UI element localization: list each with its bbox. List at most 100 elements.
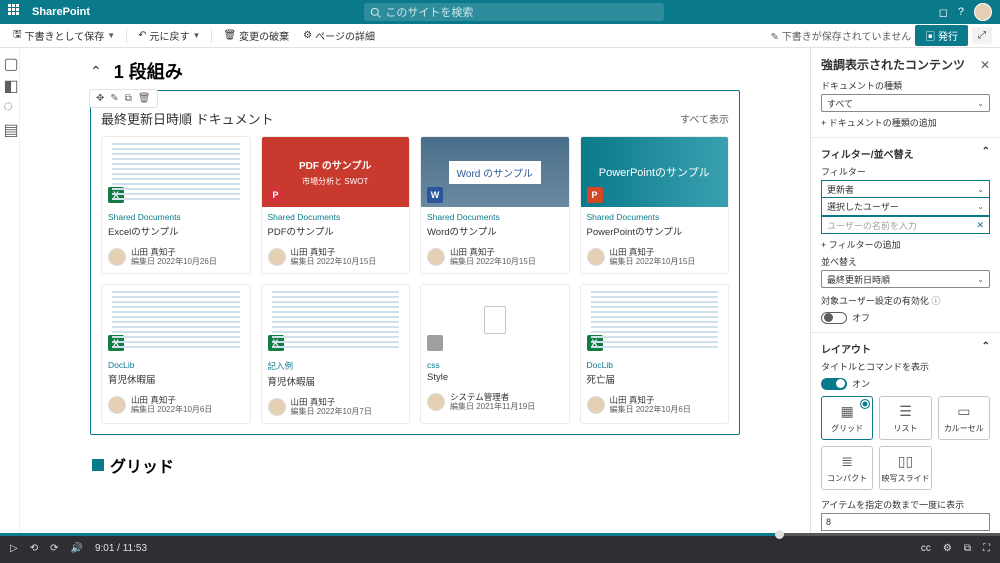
card-filename: Wordのサンプル [427,224,563,238]
document-card[interactable]: Word のサンプル W Shared Documents Wordのサンプル … [420,136,570,274]
hide-icon[interactable]: ◌ [4,98,16,110]
time-display: 9:01 / 11:53 [95,543,147,554]
author-avatar [587,248,605,266]
doc-type-dropdown[interactable]: すべて⌄ [821,94,990,112]
item-count-input[interactable]: 8 [821,513,990,531]
item-count-label: アイテムを指定の数まで一度に表示 [821,498,990,511]
add-section-icon[interactable]: ▢ [4,54,16,66]
modified-date: 編集日 2022年10月7日 [291,407,372,417]
card-library-link[interactable]: css [427,360,563,370]
settings-icon[interactable]: ⚙ [943,543,952,554]
grid-section-heading: グリッド [92,453,740,477]
card-filename: 育児休暇届 [108,372,244,386]
highlighted-content-webpart[interactable]: ✥ ✎ ⧉ 🗑 最終更新日時順 ドキュメント すべて表示 X Shared Do… [90,90,740,435]
layout-header[interactable]: レイアウト⌃ [821,341,990,356]
cc-icon[interactable]: cc [921,543,931,554]
move-icon[interactable]: ✥ [96,93,104,104]
card-library-link[interactable]: DocLib [587,360,723,370]
doc-type-label: ドキュメントの種類 [821,79,990,92]
duplicate-icon[interactable]: ⧉ [125,93,132,104]
author-name: 山田 真知子 [131,395,212,405]
skip-back-icon[interactable]: ⟲ [30,543,38,554]
fullscreen-icon[interactable]: ⛶ [983,543,990,554]
card-library-link[interactable]: Shared Documents [268,212,404,222]
pane-title: 強調表示されたコンテンツ✕ [821,56,990,73]
search-icon [370,7,381,18]
filter-subselect[interactable]: 選択したユーザー⌄ [821,198,990,216]
close-pane-icon[interactable]: ✕ [980,58,990,72]
discard-button[interactable]: 🗑 変更の破棄 [218,26,294,45]
filter-dropdown[interactable]: 更新者⌄ [821,180,990,198]
author-avatar [108,396,126,414]
author-name: 山田 真知子 [291,247,377,257]
modified-date: 編集日 2021年11月19日 [450,402,535,412]
card-thumbnail: PDF のサンプル市場分析と SWOT P [262,137,410,207]
audience-toggle[interactable]: オフ [821,311,990,324]
expand-button[interactable]: ⤢ [972,27,992,44]
document-card[interactable]: PowerPointのサンプル P Shared Documents Power… [580,136,730,274]
add-filter-link[interactable]: フィルターの追加 [821,238,990,251]
card-filename: 育児休暇届 [268,374,404,388]
card-library-link[interactable]: Shared Documents [108,212,244,222]
card-thumbnail: X [102,285,250,355]
section-icon[interactable]: ◧ [4,76,16,88]
author-name: 山田 真知子 [450,247,536,257]
modified-date: 編集日 2022年10月15日 [450,257,536,267]
layout-options: ▦グリッド ☰リスト ▭カルーセル ≣コンパクト ▯▯映写スライド [821,396,990,490]
page-details-button[interactable]: ⚙ ページの詳細 [298,26,380,45]
edit-icon[interactable]: ✎ [110,93,118,104]
author-avatar [268,398,286,416]
undo-button[interactable]: ↶ 元に戻す ▼ [133,26,205,45]
document-card[interactable]: X Shared Documents Excelのサンプル 山田 真知子編集日 … [101,136,251,274]
card-library-link[interactable]: Shared Documents [427,212,563,222]
card-library-link[interactable]: DocLib [108,360,244,370]
app-launcher-icon[interactable] [8,4,24,20]
card-grid: X Shared Documents Excelのサンプル 山田 真知子編集日 … [101,136,729,424]
volume-icon[interactable]: 🔊 [70,543,82,554]
document-card[interactable]: PDF のサンプル市場分析と SWOT P Shared Documents P… [261,136,411,274]
author-avatar [108,248,126,266]
document-card[interactable]: css Style システム管理者編集日 2021年11月19日 [420,284,570,424]
edit-toolbox-rail: ▢ ◧ ◌ ▤ [0,48,20,533]
modified-date: 編集日 2022年10月15日 [610,257,696,267]
author-avatar [268,248,286,266]
title-cmd-toggle[interactable]: オン [821,377,990,390]
square-bullet-icon [92,459,104,471]
card-library-link[interactable]: Shared Documents [587,212,723,222]
document-card[interactable]: X 記入例 育児休暇届 山田 真知子編集日 2022年10月7日 [261,284,411,424]
layout-grid-option[interactable]: ▦グリッド [821,396,873,440]
document-card[interactable]: X DocLib 死亡届 山田 真知子編集日 2022年10月6日 [580,284,730,424]
card-library-link[interactable]: 記入例 [268,360,404,372]
layout-list-option[interactable]: ☰リスト [879,396,931,440]
layout-carousel-option[interactable]: ▭カルーセル [938,396,990,440]
progress-bar[interactable] [0,533,1000,536]
suite-actions: ◻ ? [939,3,992,21]
publish-button[interactable]: ▣ 発行 [915,25,968,46]
megaphone-icon[interactable]: ◻ [939,6,948,19]
author-avatar [427,393,445,411]
audience-label: 対象ユーザー設定の有効化 ⓘ [821,294,990,307]
filter-sort-header[interactable]: フィルター/並べ替え⌃ [821,146,990,161]
file-type-icon: X [108,335,124,351]
see-all-link[interactable]: すべて表示 [680,111,729,126]
add-doc-type-link[interactable]: ドキュメントの種類の追加 [821,116,990,129]
author-name: 山田 真知子 [610,395,691,405]
comments-icon[interactable]: ▤ [4,120,16,132]
collapse-section-icon[interactable]: ⌃ [90,63,102,80]
save-draft-button[interactable]: 🖫 下書きとして保存 ▼ [8,25,120,46]
help-icon[interactable]: ? [958,6,964,18]
document-card[interactable]: X DocLib 育児休暇届 山田 真知子編集日 2022年10月6日 [101,284,251,424]
layout-filmstrip-option[interactable]: ▯▯映写スライド [879,446,931,490]
sort-dropdown[interactable]: 最終更新日時順⌄ [821,270,990,288]
delete-icon[interactable]: 🗑 [138,93,151,104]
file-type-icon: X [587,335,603,351]
skip-fwd-icon[interactable]: ⟳ [50,543,58,554]
card-thumbnail [421,285,569,355]
pip-icon[interactable]: ⧉ [964,543,971,554]
user-name-input[interactable]: ユーザーの名前を入力✕ [821,216,990,234]
page-command-bar: 🖫 下書きとして保存 ▼ ↶ 元に戻す ▼ 🗑 変更の破棄 ⚙ ページの詳細 ✎… [0,24,1000,48]
layout-compact-option[interactable]: ≣コンパクト [821,446,873,490]
user-avatar[interactable] [974,3,992,21]
play-icon[interactable]: ▷ [10,543,18,554]
search-box[interactable]: このサイトを検索 [364,3,664,21]
